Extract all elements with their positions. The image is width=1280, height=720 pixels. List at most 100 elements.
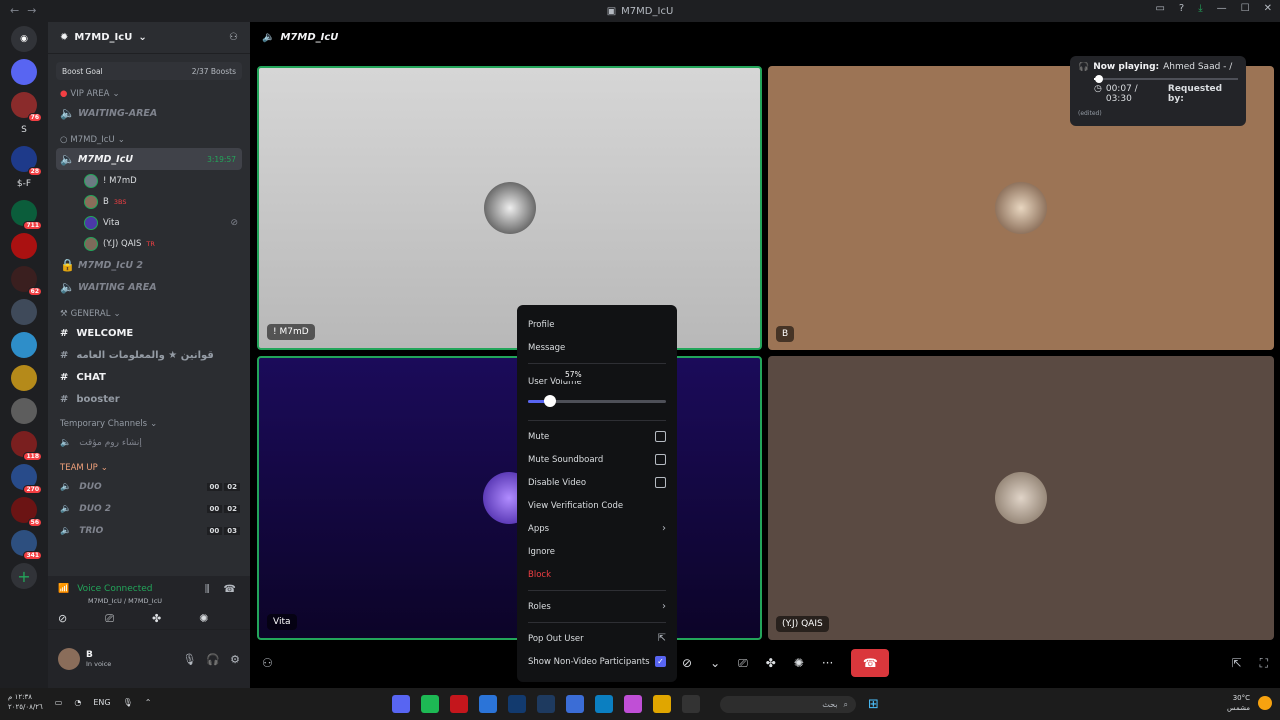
taskbar-search[interactable]: بحث ⌕ bbox=[720, 696, 856, 713]
fullscreen-icon[interactable]: ⛶ bbox=[1260, 656, 1268, 671]
server-name-tile[interactable]: S bbox=[21, 125, 27, 139]
add-user-icon[interactable]: ⚇ bbox=[262, 656, 273, 670]
voice-channel-locked[interactable]: 🔒 M7MD_IcU 2 bbox=[48, 254, 250, 276]
server-icon[interactable] bbox=[11, 365, 37, 391]
track-progress[interactable] bbox=[1094, 75, 1238, 83]
sun-icon[interactable] bbox=[1258, 696, 1272, 710]
discord-home-icon[interactable]: ◉ bbox=[11, 26, 37, 52]
category-teamup[interactable]: TEAM UP ⌄ bbox=[48, 460, 250, 476]
temp-channel[interactable]: 🔈 إنشاء روم مؤقت bbox=[48, 432, 250, 454]
server-icon[interactable]: 28 bbox=[11, 146, 42, 176]
explorer-app-icon[interactable] bbox=[653, 695, 671, 713]
menu-item-profile[interactable]: Profile bbox=[525, 313, 669, 336]
voice-channel[interactable]: 🔈 DUO 00 02 bbox=[48, 476, 250, 498]
menu-item-block[interactable]: Block bbox=[525, 563, 669, 586]
voice-user[interactable]: Vita ⊘ bbox=[48, 212, 250, 233]
menu-item-roles[interactable]: Roles › bbox=[525, 595, 669, 618]
text-channel[interactable]: # WELCOME bbox=[48, 322, 250, 344]
menu-item-show-nonvideo[interactable]: Show Non-Video Participants ✓ bbox=[525, 650, 669, 673]
voice-user[interactable]: ! M7mD bbox=[48, 170, 250, 191]
popout-icon[interactable]: ⇱ bbox=[1232, 656, 1242, 671]
camera-off-icon[interactable]: ⊘ bbox=[682, 656, 692, 670]
checkbox[interactable] bbox=[655, 477, 666, 488]
voice-channel-active[interactable]: 🔈 M7MD_IcU 3:19:57 bbox=[56, 148, 242, 170]
discord-app-icon[interactable] bbox=[392, 695, 410, 713]
menu-item-disable-video[interactable]: Disable Video bbox=[525, 471, 669, 494]
menu-item-mute[interactable]: Mute bbox=[525, 425, 669, 448]
disconnect-icon[interactable]: ☎ bbox=[224, 584, 236, 595]
server-icon[interactable] bbox=[11, 299, 37, 325]
menu-item-apps[interactable]: Apps › bbox=[525, 517, 669, 540]
server-icon[interactable]: 341 bbox=[11, 530, 42, 560]
voice-user[interactable]: B 3BS bbox=[48, 191, 250, 212]
avatar[interactable] bbox=[58, 648, 80, 670]
download-icon[interactable]: ⤓ bbox=[1198, 3, 1202, 14]
spotify-app-icon[interactable] bbox=[421, 695, 439, 713]
video-tile[interactable]: (Y.J) QAIS bbox=[768, 356, 1274, 640]
app-icon[interactable] bbox=[682, 695, 700, 713]
settings-gear-icon[interactable]: ⚙ bbox=[230, 653, 240, 666]
server-icon[interactable]: 76 bbox=[11, 92, 42, 122]
server-name-tile[interactable]: $-F bbox=[17, 179, 31, 193]
checkbox[interactable] bbox=[655, 431, 666, 442]
screen-share-icon[interactable]: ⎚ bbox=[105, 612, 114, 626]
text-channel[interactable]: # قوانين ★ والمعلومات العامه bbox=[48, 344, 250, 366]
boost-goal[interactable]: Boost Goal 2/37 Boosts bbox=[56, 62, 242, 80]
help-icon[interactable]: ? bbox=[1179, 3, 1184, 14]
headphones-icon[interactable]: 🎧 bbox=[206, 653, 220, 666]
server-icon[interactable] bbox=[11, 398, 37, 424]
server-icon[interactable]: 711 bbox=[11, 200, 42, 230]
store-app-icon[interactable] bbox=[566, 695, 584, 713]
minimize-icon[interactable]: — bbox=[1217, 3, 1227, 14]
server-icon[interactable]: 118 bbox=[11, 431, 42, 461]
app-icon[interactable] bbox=[450, 695, 468, 713]
photoshop-app-icon[interactable] bbox=[508, 695, 526, 713]
voice-channel[interactable]: 🔈 DUO 2 00 02 bbox=[48, 498, 250, 520]
menu-item-mute-soundboard[interactable]: Mute Soundboard bbox=[525, 448, 669, 471]
edge-app-icon[interactable] bbox=[595, 695, 613, 713]
back-arrow-icon[interactable]: ← bbox=[10, 4, 19, 17]
server-icon[interactable]: 56 bbox=[11, 497, 42, 527]
category-temporary[interactable]: Temporary Channels ⌄ bbox=[48, 416, 250, 432]
activity-icon[interactable]: ✤ bbox=[152, 612, 161, 626]
server-icon[interactable]: 62 bbox=[11, 266, 42, 296]
windows-start-icon[interactable]: ⊞ bbox=[868, 697, 879, 712]
maximize-icon[interactable]: ☐ bbox=[1241, 3, 1250, 14]
close-icon[interactable]: ✕ bbox=[1264, 3, 1272, 14]
slider-handle[interactable] bbox=[544, 395, 557, 407]
category-vip[interactable]: ● VIP AREA ⌄ bbox=[48, 86, 250, 102]
menu-item-verification[interactable]: View Verification Code bbox=[525, 494, 669, 517]
chevron-up-icon[interactable]: ⌃ bbox=[145, 698, 152, 707]
text-channel[interactable]: # booster bbox=[48, 388, 250, 410]
voice-channel-waiting-2[interactable]: 🔈 WAITING AREA bbox=[48, 276, 250, 298]
copilot-app-icon[interactable] bbox=[624, 695, 642, 713]
server-icon[interactable]: 270 bbox=[11, 464, 42, 494]
microphone-icon[interactable]: 🎙 bbox=[182, 653, 196, 666]
language-indicator[interactable]: ENG bbox=[93, 698, 110, 707]
activity-icon[interactable]: ✤ bbox=[766, 656, 776, 670]
video-tile[interactable]: Vita bbox=[257, 356, 762, 640]
server-icon[interactable] bbox=[11, 59, 37, 85]
category-general[interactable]: ⚒ GENERAL ⌄ bbox=[48, 306, 250, 322]
voice-user[interactable]: (Y.J) QAIS TR bbox=[48, 233, 250, 254]
checkbox[interactable] bbox=[655, 454, 666, 465]
more-icon[interactable]: ··· bbox=[822, 656, 833, 670]
soundboard-icon[interactable]: ✺ bbox=[199, 612, 208, 626]
checkbox-checked[interactable]: ✓ bbox=[655, 656, 666, 667]
text-channel[interactable]: # CHAT bbox=[48, 366, 250, 388]
chevron-down-icon[interactable]: ⌄ bbox=[710, 656, 720, 670]
video-tile[interactable]: ! M7mD bbox=[257, 66, 762, 350]
voice-channel-path[interactable]: M7MD_IcU / M7MD_IcU bbox=[88, 597, 162, 605]
invite-icon[interactable]: ⚇ bbox=[229, 32, 238, 43]
menu-item-popout[interactable]: Pop Out User ⇱ bbox=[525, 627, 669, 650]
voice-channel[interactable]: 🔈 TRIO 00 03 bbox=[48, 520, 250, 542]
forward-arrow-icon[interactable]: → bbox=[27, 4, 36, 17]
soundboard-icon[interactable]: ✺ bbox=[794, 656, 804, 670]
category-m7md[interactable]: ○ M7MD_IcU ⌄ bbox=[48, 132, 250, 148]
volume-slider[interactable] bbox=[528, 395, 666, 407]
inbox-icon[interactable]: ▭ bbox=[1155, 3, 1164, 14]
menu-item-message[interactable]: Message bbox=[525, 336, 669, 359]
voice-channel-waiting[interactable]: 🔈 WAITING-AREA bbox=[48, 102, 250, 124]
server-icon[interactable] bbox=[11, 233, 37, 259]
add-server-icon[interactable]: + bbox=[11, 563, 37, 589]
